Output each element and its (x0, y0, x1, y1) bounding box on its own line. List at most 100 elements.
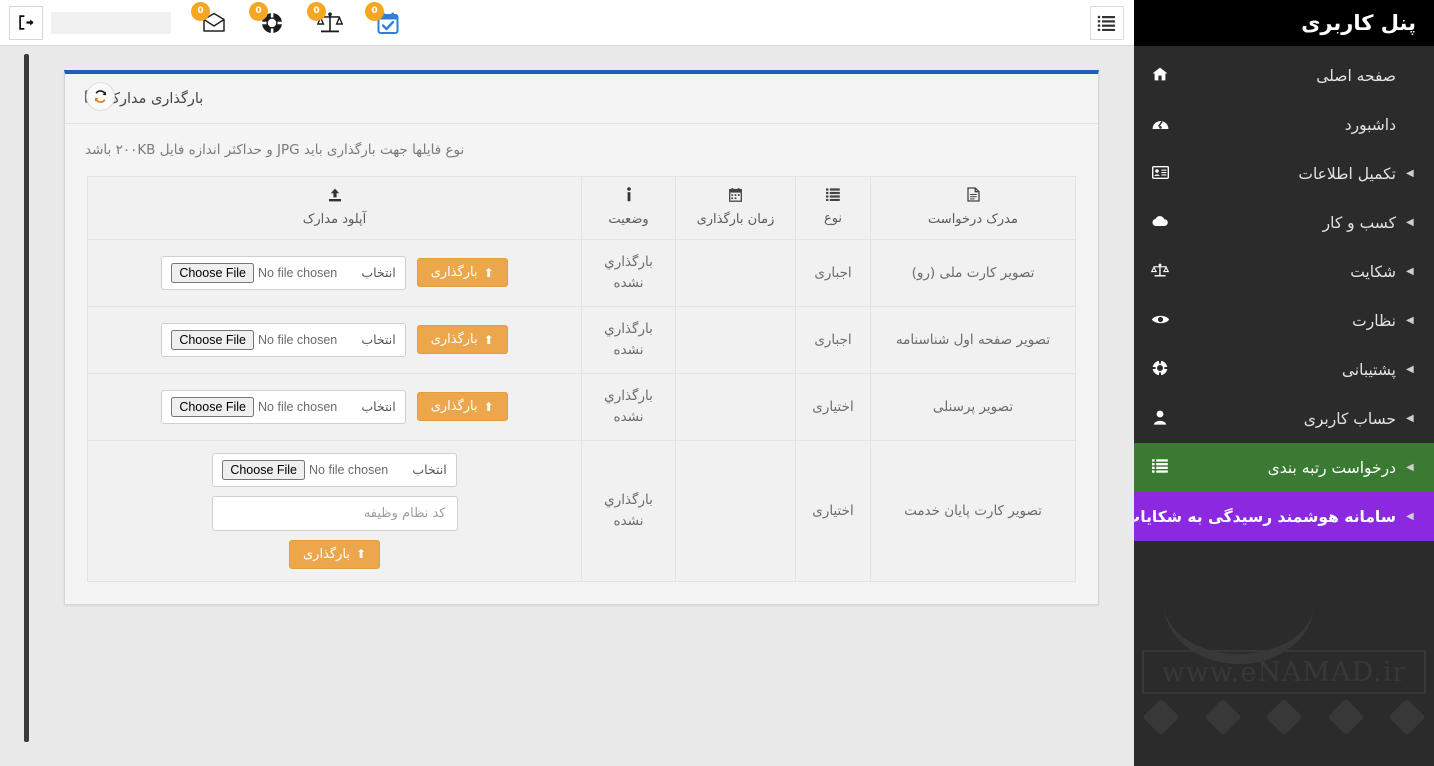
upload-button[interactable]: ⬆ بارگذاری (416, 258, 508, 288)
balance-scale-icon[interactable]: 0 (307, 1, 345, 38)
sidebar-item-label: شکایت (1350, 262, 1396, 281)
sidebar-brand: پنل کاربری (1134, 0, 1434, 46)
list-icon (1148, 459, 1172, 476)
upload-icon: ⬆ (483, 265, 494, 280)
lifebuoy-icon[interactable]: 0 (249, 1, 287, 38)
th-time: زمان بارگذاری (675, 176, 796, 240)
user-icon (1148, 410, 1172, 428)
list-icon (802, 188, 864, 205)
upload-hint: نوع فایلها جهت بارگذاری باید JPG و حداکث… (65, 124, 1098, 176)
file-icon (877, 187, 1069, 206)
file-picker[interactable]: انتخاب (212, 452, 457, 487)
sidebar-nav: صفحه اصلی داشبورد ◀ تکمیل اطلاعات ◀ کسب … (1134, 46, 1434, 541)
file-picker[interactable]: انتخاب (161, 389, 406, 424)
cell-type: اجباری (795, 305, 871, 374)
upload-button-label: بارگذاری (430, 265, 478, 281)
info-icon (588, 187, 669, 206)
caret-icon: ◀ (1406, 413, 1414, 424)
table-row: تصویر پرسنلی اختیاری بارگذاري نشده ⬆ بار… (87, 372, 1076, 441)
sidebar-item-supervision[interactable]: ◀ نظارت (1134, 296, 1434, 345)
sidebar-item-home[interactable]: صفحه اصلی (1134, 51, 1434, 100)
file-input[interactable] (171, 329, 354, 350)
file-input[interactable] (171, 396, 354, 417)
table-row: تصویر صفحه اول شناسنامه اجباری بارگذاري … (87, 305, 1076, 374)
table-row: تصویر کارت پایان خدمت اختیاری بارگذاري ن… (87, 439, 1076, 582)
cell-document: تصویر پرسنلی (870, 372, 1076, 441)
sidebar-item-label: پشتیبانی (1341, 360, 1396, 379)
table-header: مدرک درخواست نوع زمان بارگذاری وضعیت آپل… (87, 176, 1076, 240)
balance-scale-icon (1148, 263, 1172, 280)
th-status: وضعیت (581, 176, 676, 240)
sidebar-item-business[interactable]: ◀ کسب و کار (1134, 198, 1434, 247)
upload-button[interactable]: ⬆ بارگذاری (289, 539, 380, 569)
sidebar-item-label: سامانه هوشمند رسیدگی به شکایات (1134, 507, 1396, 526)
sidebar-item-label: صفحه اصلی (1316, 66, 1396, 85)
upload-controls: ⬆ بارگذاری انتخاب (94, 255, 575, 290)
sidebar-item-account[interactable]: ◀ حساب کاربری (1134, 394, 1434, 443)
file-picker-label: انتخاب (412, 462, 447, 478)
sidebar-item-label: تکمیل اطلاعات (1298, 164, 1396, 183)
cell-type: اجباری (795, 239, 871, 307)
cell-type: اختیاری (795, 372, 871, 441)
page-scrollbar[interactable] (24, 54, 29, 742)
cell-time (675, 439, 796, 582)
caret-icon: ◀ (1406, 462, 1414, 473)
panel-header: بارگذاری مدارک (65, 74, 1098, 124)
upload-button-label: بارگذاری (303, 546, 350, 562)
caret-icon: ◀ (1406, 315, 1414, 326)
military-service-code-input[interactable] (211, 495, 458, 531)
th-status-label: وضعیت (608, 212, 649, 227)
file-input[interactable] (171, 262, 354, 283)
table-header-row: مدرک درخواست نوع زمان بارگذاری وضعیت آپل… (87, 176, 1076, 240)
file-input[interactable] (222, 459, 405, 480)
file-picker[interactable]: انتخاب (161, 255, 406, 290)
sidebar-item-smart-complaint-system[interactable]: ◀ سامانه هوشمند رسیدگی به شکایات (1134, 492, 1434, 541)
sidebar-item-label: درخواست رتبه بندی (1267, 458, 1396, 477)
cell-status: بارگذاري نشده (581, 372, 676, 441)
lifebuoy-icon (1148, 360, 1172, 379)
sidebar-item-dashboard[interactable]: داشبورد (1134, 100, 1434, 149)
cell-time (675, 305, 796, 374)
calendar-check-icon[interactable]: 0 (365, 1, 403, 38)
upload-icon: ⬆ (483, 399, 494, 414)
th-document-label: مدرک درخواست (928, 212, 1018, 227)
calendar-icon (682, 187, 789, 206)
th-type: نوع (795, 176, 871, 240)
file-picker[interactable]: انتخاب (161, 322, 406, 357)
upload-icon: ⬆ (483, 332, 494, 347)
calendar-badge: 0 (365, 1, 384, 21)
upload-controls: ⬆ بارگذاری انتخاب (94, 389, 575, 424)
sidebar-item-complete-info[interactable]: ◀ تکمیل اطلاعات (1134, 149, 1434, 198)
app-screen: 0 0 0 0 بارگذاری مدارک نوع فایلها جهت با… (0, 0, 1434, 766)
caret-icon: ◀ (1406, 217, 1414, 228)
refresh-icon[interactable] (86, 82, 115, 111)
sidebar: پنل کاربری صفحه اصلی داشبورد ◀ تکمیل اطل… (1134, 0, 1434, 766)
cell-time (675, 372, 796, 441)
upload-button[interactable]: ⬆ بارگذاری (416, 325, 508, 355)
file-picker-label: انتخاب (361, 399, 396, 415)
sidebar-item-ranking-request[interactable]: ◀ درخواست رتبه بندی (1134, 443, 1434, 492)
th-document: مدرک درخواست (870, 176, 1076, 240)
cell-document: تصویر صفحه اول شناسنامه (870, 305, 1076, 374)
table-row: تصویر کارت ملی (رو) اجباری بارگذاري نشده… (87, 239, 1076, 307)
th-upload: آپلود مدارک (87, 176, 582, 240)
watermark-text: www.eNAMAD.ir (1142, 650, 1426, 694)
logout-button[interactable] (9, 5, 43, 40)
list-menu-icon[interactable] (1090, 6, 1124, 40)
sidebar-item-complaint[interactable]: ◀ شکایت (1134, 247, 1434, 296)
envelope-icon[interactable]: 0 (191, 1, 229, 38)
upload-documents-panel: بارگذاری مدارک نوع فایلها جهت بارگذاری ب… (64, 70, 1099, 605)
upload-controls: ⬆ بارگذاری انتخاب (94, 322, 575, 357)
main-content: بارگذاری مدارک نوع فایلها جهت بارگذاری ب… (0, 46, 1134, 766)
cell-upload: ⬆ بارگذاری انتخاب (87, 372, 582, 441)
documents-table: مدرک درخواست نوع زمان بارگذاری وضعیت آپل… (87, 176, 1076, 582)
panel-title-label: بارگذاری مدارک (107, 90, 204, 107)
home-icon (1148, 67, 1172, 84)
user-name-placeholder (51, 11, 171, 34)
sidebar-item-label: داشبورد (1344, 115, 1396, 134)
sidebar-item-support[interactable]: ◀ پشتیبانی (1134, 345, 1434, 394)
left-rail (0, 46, 29, 766)
caret-icon: ◀ (1406, 168, 1414, 179)
upload-button[interactable]: ⬆ بارگذاری (416, 392, 508, 422)
envelope-badge: 0 (191, 1, 210, 21)
